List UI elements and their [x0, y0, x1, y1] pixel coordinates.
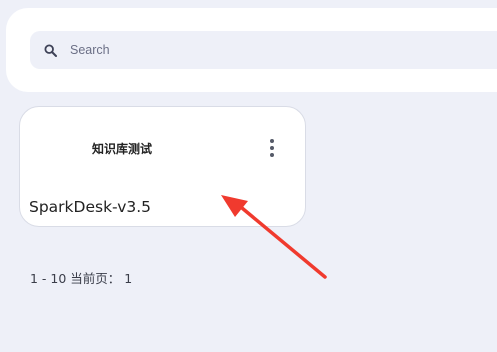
search-bar[interactable] — [30, 31, 497, 69]
search-icon — [43, 43, 57, 57]
knowledge-base-page: 知识库测试 SparkDesk-v3.5 1 - 10 当前页： 1 — [0, 0, 497, 352]
more-vert-icon[interactable] — [265, 137, 279, 159]
card-title: 知识库测试 — [92, 142, 153, 156]
search-input[interactable] — [70, 43, 450, 57]
knowledge-base-card[interactable]: 知识库测试 SparkDesk-v3.5 — [19, 106, 306, 227]
card-model-label: SparkDesk-v3.5 — [29, 198, 152, 216]
pagination-info: 1 - 10 当前页： 1 — [30, 271, 133, 286]
